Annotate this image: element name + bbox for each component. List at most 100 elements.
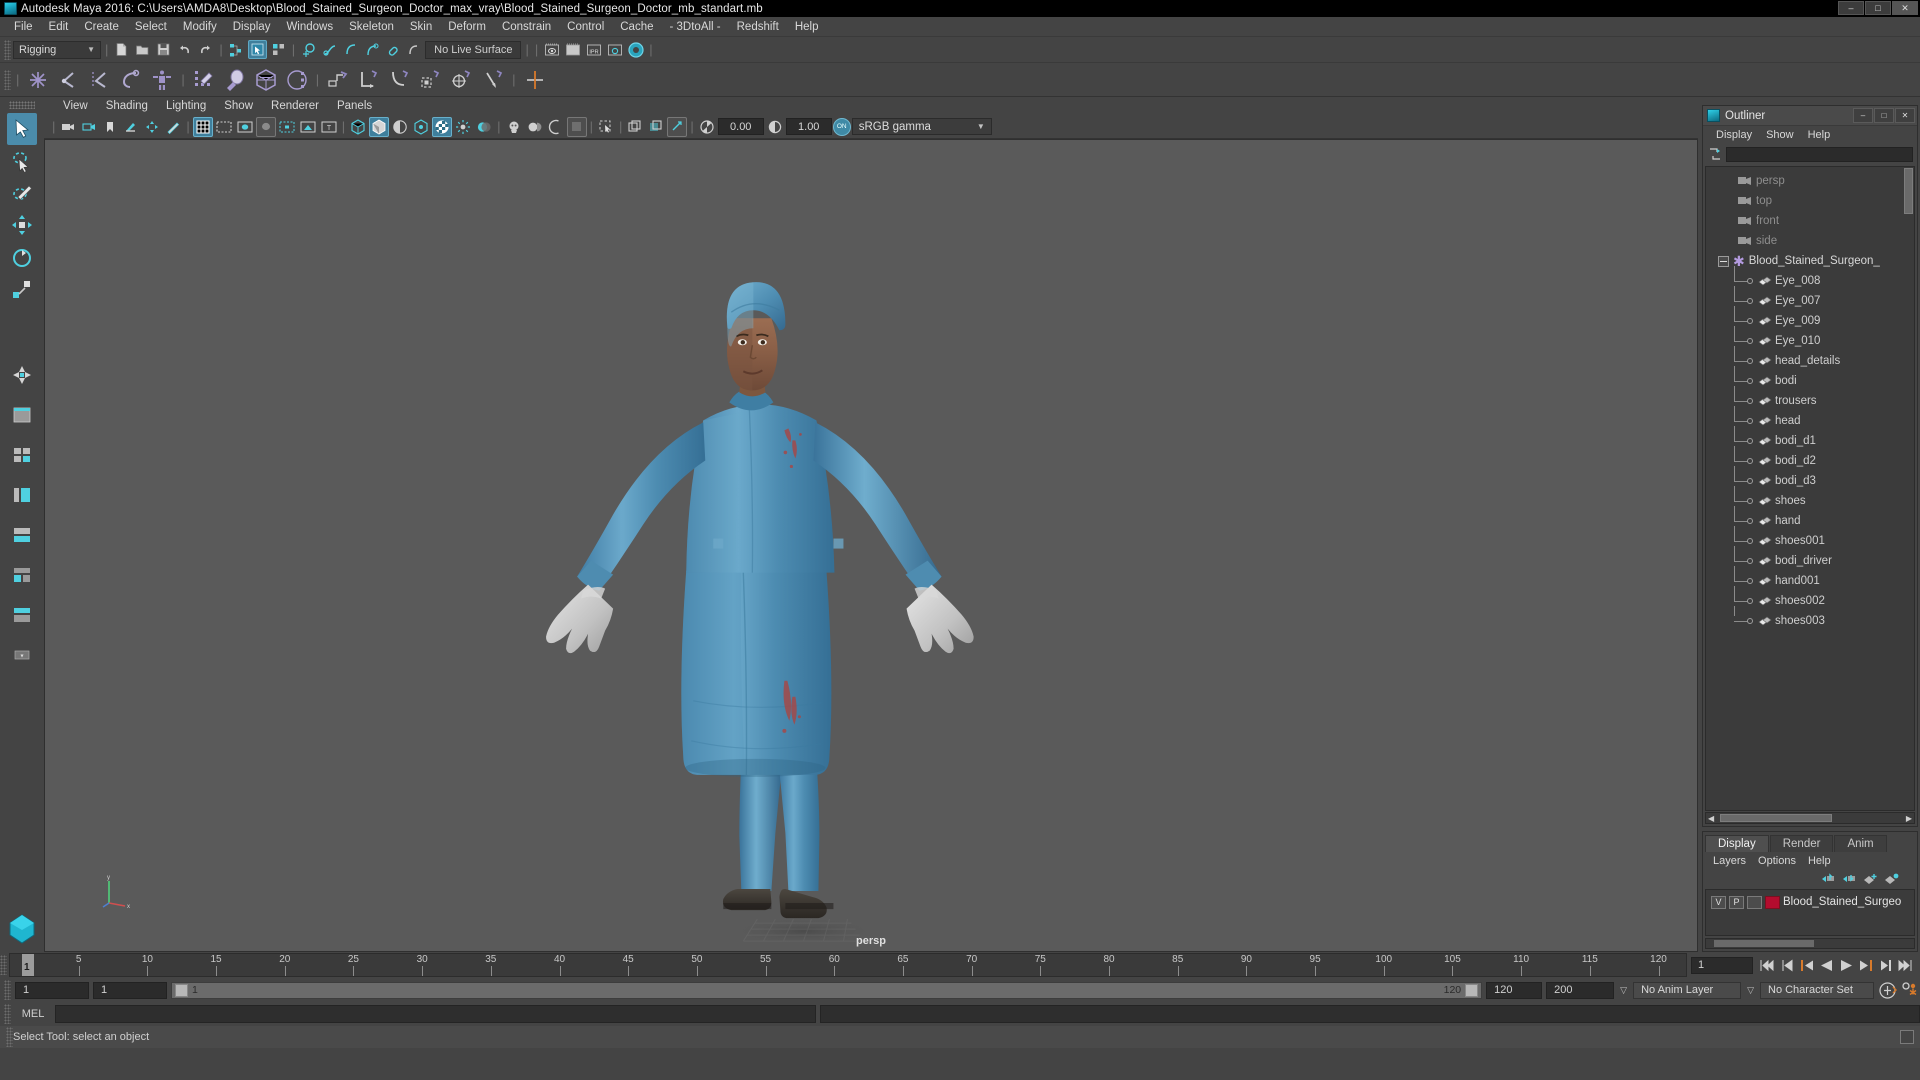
outliner-minimize-button[interactable]: – <box>1853 108 1873 123</box>
menu-display[interactable]: Display <box>225 19 279 35</box>
menu-cache[interactable]: Cache <box>612 19 661 35</box>
range-slider-grip[interactable] <box>4 980 11 1000</box>
film-gate-icon[interactable] <box>214 117 234 137</box>
screen-space-ao-icon[interactable] <box>504 117 524 137</box>
viewport-menu-renderer[interactable]: Renderer <box>262 99 328 113</box>
outliner-item-bodi-driver[interactable]: bodi_driver <box>1706 545 1914 571</box>
menu-windows[interactable]: Windows <box>278 19 341 35</box>
outliner-close-button[interactable]: ✕ <box>1895 108 1915 123</box>
menu-deform[interactable]: Deform <box>440 19 494 35</box>
outliner-menu-show[interactable]: Show <box>1759 128 1801 142</box>
outliner-item-top[interactable]: top <box>1706 191 1914 211</box>
move-layer-down-icon[interactable] <box>1842 872 1857 885</box>
menu-skeleton[interactable]: Skeleton <box>341 19 402 35</box>
scrollbar-thumb[interactable] <box>1714 940 1814 947</box>
anim-layer-select[interactable]: No Anim Layer <box>1633 981 1742 999</box>
hypershade-persp-layout[interactable] <box>7 559 37 591</box>
outliner-item-persp[interactable]: persp <box>1706 171 1914 191</box>
paint-select-tool[interactable] <box>7 177 37 209</box>
snap-to-grid-icon[interactable] <box>299 40 318 59</box>
multisample-icon[interactable] <box>546 117 566 137</box>
lattice-deformer-icon[interactable] <box>521 66 549 94</box>
perspective-viewport[interactable]: y x persp <box>44 138 1698 952</box>
film-origin-icon[interactable] <box>277 117 297 137</box>
collapse-group-icon[interactable] <box>1718 255 1729 267</box>
open-scene-icon[interactable] <box>133 40 152 59</box>
character-set-select[interactable]: No Character Set <box>1760 981 1874 999</box>
command-output[interactable] <box>820 1005 1920 1023</box>
ik-handle-icon[interactable] <box>117 66 145 94</box>
minimize-button[interactable]: – <box>1838 1 1864 15</box>
outliner-menu-display[interactable]: Display <box>1709 128 1759 142</box>
layer-visibility-toggle[interactable]: V <box>1711 895 1726 909</box>
outliner-item-hand001[interactable]: hand001 <box>1706 565 1914 591</box>
animation-start-field[interactable]: 1 <box>15 981 89 999</box>
menu-redshift[interactable]: Redshift <box>729 19 787 35</box>
new-layer-icon[interactable] <box>1863 872 1878 885</box>
layer-row[interactable]: V P Blood_Stained_Surgeo <box>1706 894 1914 910</box>
shelf-grip[interactable] <box>4 69 11 90</box>
outliner-item-bodi-d3[interactable]: bodi_d3 <box>1706 465 1914 491</box>
paint-skin-weights-icon[interactable] <box>190 66 218 94</box>
script-language-label[interactable]: MEL <box>15 1008 51 1020</box>
grid-toggle-icon[interactable] <box>192 116 213 137</box>
more-layouts[interactable]: ▾ <box>7 639 37 671</box>
view-transform-select[interactable]: sRGB gamma ▼ <box>851 118 992 136</box>
tab-display[interactable]: Display <box>1705 835 1769 852</box>
pole-vector-constraint-icon[interactable] <box>479 66 507 94</box>
step-forward-keyframe-icon[interactable] <box>1878 959 1892 972</box>
outliner-maximize-button[interactable]: □ <box>1874 108 1894 123</box>
motion-blur-icon[interactable] <box>525 117 545 137</box>
scrollbar-thumb[interactable] <box>1720 814 1832 822</box>
range-start-field[interactable]: 1 <box>93 981 167 999</box>
play-forwards-icon[interactable] <box>1839 959 1853 972</box>
command-line-grip[interactable] <box>4 1004 11 1024</box>
viewport-menu-lighting[interactable]: Lighting <box>157 99 215 113</box>
outliner-item-eye008[interactable]: Eye_008 <box>1706 265 1914 291</box>
bind-skin-icon[interactable] <box>221 66 249 94</box>
xray-icon[interactable] <box>596 117 616 137</box>
select-by-component-icon[interactable] <box>269 40 288 59</box>
outliner-filter-icon[interactable] <box>1707 147 1722 162</box>
outliner-item-side[interactable]: side <box>1706 231 1914 251</box>
outliner-tree[interactable]: persp top front side ✱ Blood_Stained_Sur… <box>1705 166 1915 811</box>
layer-color-swatch[interactable] <box>1765 895 1780 909</box>
new-layer-from-selected-icon[interactable] <box>1884 872 1899 885</box>
live-surface-field[interactable]: No Live Surface <box>425 40 522 59</box>
outliner-item-bodi[interactable]: bodi <box>1706 365 1914 391</box>
anim-layer-dropdown-icon[interactable]: ▽ <box>1618 985 1629 996</box>
menu-help[interactable]: Help <box>787 19 827 35</box>
isolate-select-icon[interactable] <box>566 116 587 137</box>
rotate-tool[interactable] <box>7 241 37 273</box>
move-tool[interactable] <box>7 209 37 241</box>
menu-create[interactable]: Create <box>76 19 127 35</box>
viewport-menu-show[interactable]: Show <box>215 99 262 113</box>
outliner-horizontal-scrollbar[interactable]: ◀ ▶ <box>1705 812 1915 824</box>
outliner-group-row[interactable]: ✱ Blood_Stained_Surgeon_ <box>1706 251 1914 271</box>
go-to-end-icon[interactable] <box>1897 959 1914 972</box>
outliner-item-eye007[interactable]: Eye_007 <box>1706 285 1914 311</box>
step-forward-frame-icon[interactable] <box>1858 959 1873 972</box>
menu-skin[interactable]: Skin <box>402 19 440 35</box>
outliner-item-bodi-d2[interactable]: bodi_d2 <box>1706 445 1914 471</box>
tab-render[interactable]: Render <box>1769 835 1834 852</box>
resolution-gate-icon[interactable] <box>235 117 255 137</box>
maximize-button[interactable]: □ <box>1865 1 1891 15</box>
command-input[interactable] <box>55 1005 816 1023</box>
render-settings-icon[interactable] <box>605 40 624 59</box>
current-frame-field[interactable]: 1 <box>1691 956 1753 974</box>
smooth-shade-icon[interactable] <box>369 116 390 137</box>
render-sequence-icon[interactable] <box>563 40 582 59</box>
aim-constraint-icon[interactable] <box>448 66 476 94</box>
gate-mask-icon[interactable] <box>255 116 276 137</box>
grease-pencil-icon[interactable] <box>163 117 183 137</box>
play-backwards-icon[interactable] <box>1820 959 1834 972</box>
parent-constraint-icon[interactable] <box>324 66 352 94</box>
scroll-left-icon[interactable]: ◀ <box>1706 814 1716 823</box>
outliner-search-input[interactable] <box>1726 146 1913 162</box>
outliner-item-hand[interactable]: hand <box>1706 505 1914 531</box>
layer-list[interactable]: V P Blood_Stained_Surgeo <box>1705 889 1915 936</box>
layers-menu-help[interactable]: Help <box>1802 854 1837 868</box>
quick-rig-icon[interactable] <box>148 66 176 94</box>
scale-constraint-icon[interactable] <box>417 66 445 94</box>
